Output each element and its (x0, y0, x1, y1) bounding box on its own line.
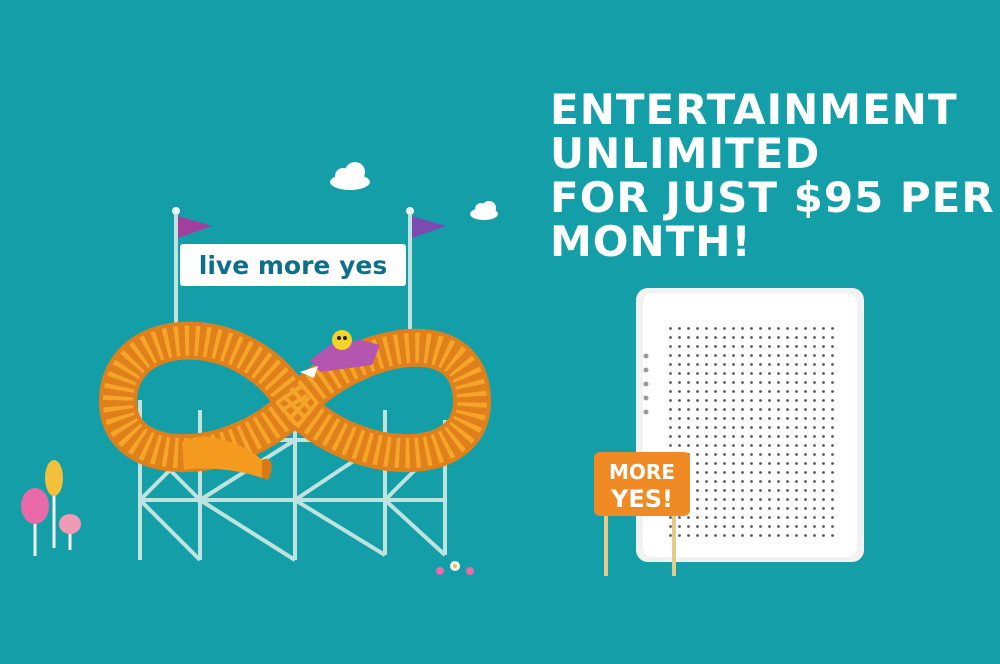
cotton-candy-icon (21, 460, 81, 556)
flag-icon (178, 216, 212, 238)
sign-line-1: MORE (609, 460, 675, 484)
cloud-icon (330, 162, 370, 190)
promo-stage: ENTERTAINMENT UNLIMITED FOR JUST $95 PER… (0, 0, 1000, 664)
banner-text: live more yes (199, 251, 387, 280)
illustration: live more yes MORE YES! (21, 162, 864, 576)
sign-line-2: YES! (610, 485, 673, 513)
cloud-icon (470, 201, 498, 220)
flag-icon (412, 216, 446, 238)
modem-device (636, 288, 864, 562)
flower-icon (436, 561, 474, 575)
